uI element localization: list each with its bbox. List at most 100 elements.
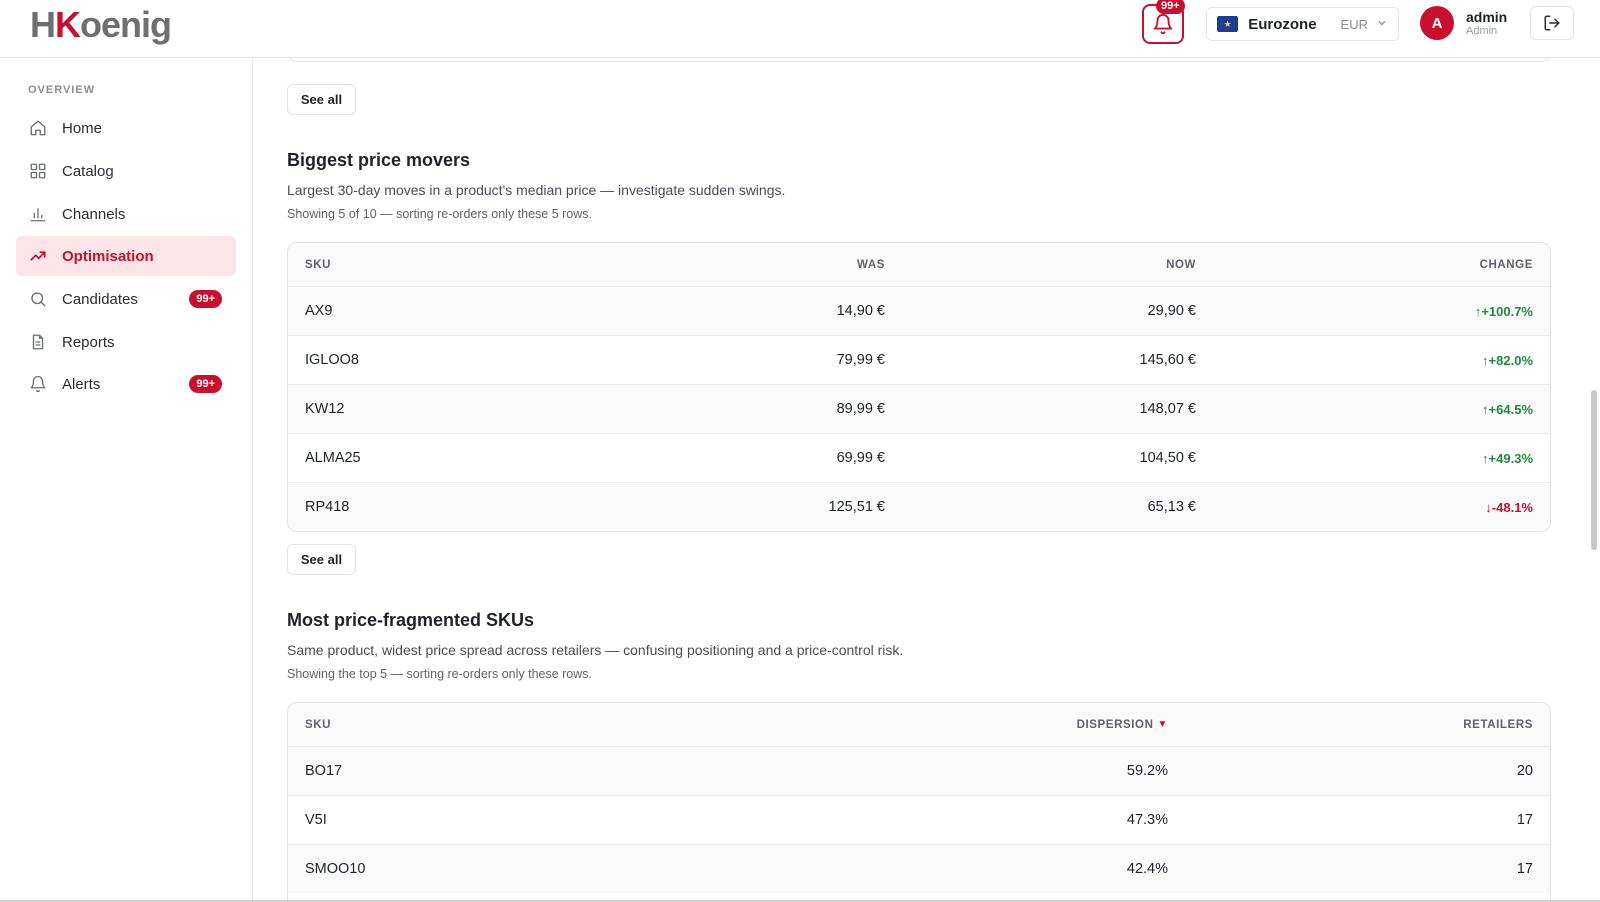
table-row[interactable]: ALMA25 69,99 € 104,50 € ↑ +49.3% xyxy=(288,433,1550,482)
column-header-sku[interactable]: SKU xyxy=(305,243,331,286)
change-cell: ↑ +82.0% xyxy=(1482,336,1533,384)
bell-icon xyxy=(1153,14,1173,35)
now-cell: 65,13 € xyxy=(1147,499,1196,515)
scrollbar-thumb[interactable] xyxy=(1591,390,1597,550)
sku-cell: SMOO10 xyxy=(305,861,366,877)
dispersion-cell: 47.3% xyxy=(1126,812,1168,828)
sku-cell: V5I xyxy=(305,812,327,828)
section-note: Showing 5 of 10 — sorting re-orders only… xyxy=(287,207,593,221)
brand-logo[interactable]: HKoenig xyxy=(30,4,172,46)
now-cell: 145,60 € xyxy=(1139,352,1196,368)
sidebar-item-label: Home xyxy=(62,119,103,137)
sku-cell: IGLOO8 xyxy=(305,352,359,368)
column-header-was[interactable]: WAS xyxy=(857,243,885,286)
table-row[interactable]: KW12 89,99 € 148,07 € ↑ +64.5% xyxy=(288,384,1550,433)
notifications-badge: 99+ xyxy=(1156,0,1185,14)
region-name: Eurozone xyxy=(1248,15,1317,33)
main-content: See all Biggest price movers Largest 30-… xyxy=(253,46,1600,902)
retailers-cell: 17 xyxy=(1516,861,1533,877)
region-selector[interactable]: ★ Eurozone EUR xyxy=(1206,7,1399,41)
section-description: Largest 30-day moves in a product's medi… xyxy=(287,182,786,198)
section-title: Most price-fragmented SKUs xyxy=(287,610,535,630)
was-cell: 125,51 € xyxy=(828,499,885,515)
sidebar-item-label: Channels xyxy=(62,205,126,223)
eu-flag-icon: ★ xyxy=(1217,16,1239,32)
top-bar: HKoenig 99+ ★ Eurozone EUR A admin Admin xyxy=(0,0,1600,58)
now-cell: 29,90 € xyxy=(1147,303,1196,319)
sidebar-item-channels[interactable]: Channels xyxy=(16,194,236,234)
sku-cell: RP418 xyxy=(305,499,350,515)
column-header-dispersion[interactable]: DISPERSION ▼ xyxy=(1077,703,1168,746)
sidebar-item-candidates[interactable]: Candidates 99+ xyxy=(16,279,236,319)
now-cell: 104,50 € xyxy=(1139,450,1196,466)
dispersion-cell: 59.2% xyxy=(1126,763,1168,779)
sort-desc-icon: ▼ xyxy=(1157,719,1168,730)
table-row[interactable]: AX9 14,90 € 29,90 € ↑ +100.7% xyxy=(288,286,1550,335)
was-cell: 14,90 € xyxy=(836,303,885,319)
search-icon xyxy=(28,289,48,309)
price-movers-table: SKU WAS NOW CHANGE AX9 14,90 € 29,90 € ↑… xyxy=(287,242,1551,532)
alerts-badge: 99+ xyxy=(189,375,222,393)
chevron-down-icon xyxy=(1376,17,1388,32)
was-cell: 69,99 € xyxy=(836,450,885,466)
section-title: Biggest price movers xyxy=(287,150,471,170)
see-all-button[interactable]: See all xyxy=(287,84,356,115)
document-icon xyxy=(28,332,48,352)
retailers-cell: 17 xyxy=(1516,812,1533,828)
column-header-now[interactable]: NOW xyxy=(1166,243,1196,286)
table-row[interactable]: BO17 59.2% 20 xyxy=(288,746,1550,795)
column-header-change[interactable]: CHANGE xyxy=(1480,243,1533,286)
sku-cell: BO17 xyxy=(305,763,343,779)
home-icon xyxy=(28,118,48,138)
sku-cell: AX9 xyxy=(305,303,333,319)
see-all-button[interactable]: See all xyxy=(287,544,356,575)
change-value: +64.5% xyxy=(1488,401,1533,417)
trend-up-icon xyxy=(28,246,48,266)
sidebar-item-label: Reports xyxy=(62,333,115,351)
table-header: SKU DISPERSION ▼ RETAILERS xyxy=(288,703,1550,746)
sidebar-item-label: Catalog xyxy=(62,162,114,180)
user-name: admin xyxy=(1466,9,1508,25)
region-currency: EUR xyxy=(1340,16,1368,32)
change-cell: ↑ +100.7% xyxy=(1475,287,1533,335)
change-cell: ↑ +64.5% xyxy=(1482,385,1533,433)
table-header: SKU WAS NOW CHANGE xyxy=(288,243,1550,286)
dispersion-cell: 42.4% xyxy=(1126,861,1168,877)
table-row[interactable]: RP418 125,51 € 65,13 € ↓ -48.1% xyxy=(288,482,1550,531)
sku-cell: KW12 xyxy=(305,401,345,417)
price-fragmented-table: SKU DISPERSION ▼ RETAILERS BO17 59.2% 20 … xyxy=(287,702,1551,902)
table-row[interactable]: IGLOO8 79,99 € 145,60 € ↑ +82.0% xyxy=(288,335,1550,384)
change-cell: ↑ +49.3% xyxy=(1482,434,1533,482)
sidebar-item-label: Candidates xyxy=(62,290,138,308)
sidebar-item-alerts[interactable]: Alerts 99+ xyxy=(16,364,236,404)
sidebar-section-label: OVERVIEW xyxy=(28,84,96,96)
change-cell: ↓ -48.1% xyxy=(1485,483,1533,531)
column-header-retailers[interactable]: RETAILERS xyxy=(1463,703,1533,746)
change-value: +82.0% xyxy=(1488,352,1533,368)
candidates-badge: 99+ xyxy=(189,290,222,308)
was-cell: 89,99 € xyxy=(836,401,885,417)
user-role: Admin xyxy=(1466,25,1498,37)
change-value: +49.3% xyxy=(1488,450,1533,466)
table-row[interactable]: V5I 47.3% 17 xyxy=(288,795,1550,844)
now-cell: 148,07 € xyxy=(1139,401,1196,417)
bell-icon xyxy=(28,374,48,394)
change-value: +100.7% xyxy=(1481,303,1533,319)
sidebar-item-optimisation[interactable]: Optimisation xyxy=(16,236,236,276)
was-cell: 79,99 € xyxy=(836,352,885,368)
sidebar-item-reports[interactable]: Reports xyxy=(16,322,236,362)
change-value: -48.1% xyxy=(1491,499,1533,515)
sidebar-item-home[interactable]: Home xyxy=(16,108,236,148)
grid-icon xyxy=(28,161,48,181)
user-avatar[interactable]: A xyxy=(1420,6,1454,40)
bar-chart-icon xyxy=(28,204,48,224)
table-row[interactable]: SMOO10 42.4% 17 xyxy=(288,844,1550,893)
retailers-cell: 20 xyxy=(1516,763,1533,779)
sku-cell: ALMA25 xyxy=(305,450,361,466)
logout-button[interactable] xyxy=(1530,6,1574,40)
sidebar-item-label: Optimisation xyxy=(62,247,154,265)
sidebar: OVERVIEW Home Catalog Channels Optimisat… xyxy=(0,58,253,902)
sidebar-item-catalog[interactable]: Catalog xyxy=(16,151,236,191)
column-header-sku[interactable]: SKU xyxy=(305,703,331,746)
logout-icon xyxy=(1544,15,1560,31)
